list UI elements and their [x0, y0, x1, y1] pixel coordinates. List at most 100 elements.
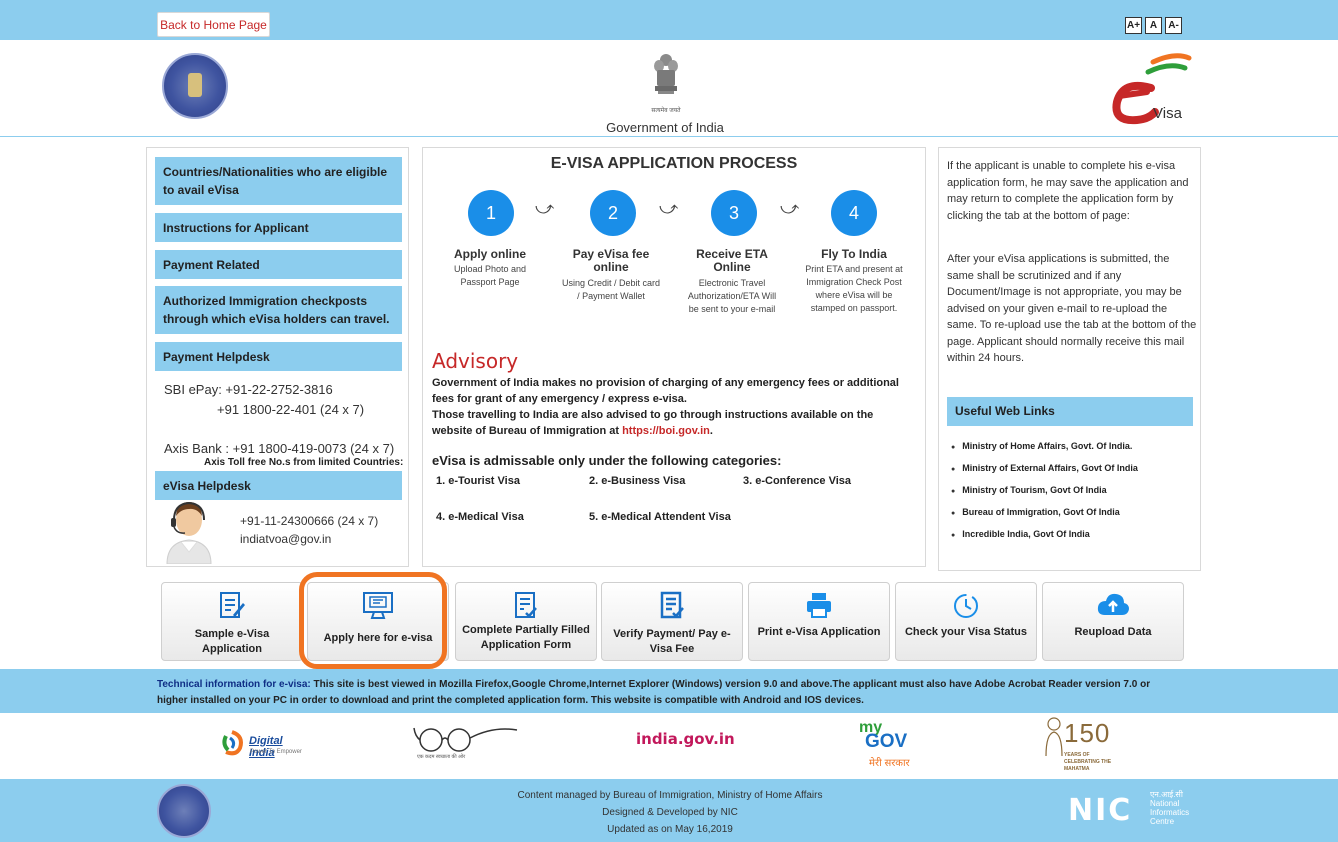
step-3-circle: 3 [711, 190, 757, 236]
axis-bank-contact: Axis Bank : +91 1800-419-0073 (24 x 7) [164, 441, 395, 456]
tile-label: Complete Partially Filled Application Fo… [462, 624, 590, 651]
nav-eligible-countries[interactable]: Countries/Nationalities who are eligible… [155, 157, 402, 205]
link-incredible-india[interactable]: Incredible India, Govt Of India [951, 524, 1138, 546]
gandhi-silhouette-icon [1045, 717, 1063, 756]
bureau-of-immigration-seal-icon [162, 53, 228, 119]
link-ministry-home-affairs[interactable]: Ministry of Home Affairs, Govt. Of India… [951, 436, 1138, 458]
footer-updated-date: Updated as on May 16,2019 [607, 824, 733, 835]
mahatma-150-number: 150 [1064, 718, 1111, 748]
advisory-text: Government of India makes no provision o… [432, 375, 912, 439]
category-emedical-attendent: 5. e-Medical Attendent Visa [589, 511, 731, 523]
font-size-controls: A+ A A- [1125, 17, 1182, 34]
category-ebusiness: 2. e-Business Visa [589, 475, 686, 487]
nic-line-2: Informatics [1150, 808, 1190, 817]
boi-link[interactable]: https://boi.gov.in [622, 425, 710, 437]
advisory-line-1: Government of India makes no provision o… [432, 377, 899, 405]
footer-credits: Content managed by Bureau of Immigration… [470, 787, 870, 838]
info-save-application: If the applicant is unable to complete h… [947, 160, 1189, 222]
digital-india-tagline: Power To Empower [250, 749, 302, 755]
nav-instructions-for-applicant[interactable]: Instructions for Applicant [155, 213, 402, 242]
step-2-circle: 2 [590, 190, 636, 236]
national-emblem-icon [654, 54, 678, 94]
categories-title: eVisa is admissable only under the follo… [432, 453, 782, 468]
nav-payment-related[interactable]: Payment Related [155, 250, 402, 279]
swachh-bharat-logo[interactable]: एक कदम स्वच्छता की ओर [413, 724, 523, 764]
info-reupload: After your eVisa applications is submitt… [947, 253, 1197, 364]
document-check-icon [515, 592, 537, 618]
apply-highlight-annotation [299, 572, 447, 669]
font-increase-button[interactable]: A+ [1125, 17, 1142, 34]
nav-payment-helpdesk[interactable]: Payment Helpdesk [155, 342, 402, 371]
top-bar: Back to Home Page A+ A A- [0, 0, 1338, 40]
sample-evisa-application-tile[interactable]: Sample e-Visa Application [161, 582, 303, 661]
helpdesk-email[interactable]: indiatvoa@gov.in [240, 530, 331, 549]
mahatma-150-logo[interactable]: 150 YEARS OF CELEBRATING THE MAHATMA [1042, 716, 1132, 776]
cloud-upload-icon [1097, 593, 1129, 615]
printer-icon [807, 593, 831, 618]
step-arrow-icon: ⤻ [780, 198, 800, 218]
step-2-desc: Using Credit / Debit card / Payment Wall… [561, 278, 661, 301]
application-process-panel: E-VISA APPLICATION PROCESS 1 ⤻ 2 ⤻ 3 ⤻ 4… [422, 147, 926, 567]
mygov-logo[interactable]: my GOV मेरी सरकार [855, 719, 915, 773]
print-evisa-application-tile[interactable]: Print e-Visa Application [748, 582, 890, 661]
government-of-india-label: Government of India [606, 120, 724, 135]
link-ministry-tourism[interactable]: Ministry of Tourism, Govt Of India [951, 480, 1138, 502]
india-gov-logo[interactable]: india.gov.in [636, 730, 735, 748]
useful-web-links-header: Useful Web Links [947, 397, 1193, 426]
evisa-logo-icon: Visa [1112, 53, 1192, 125]
font-decrease-button[interactable]: A- [1165, 17, 1182, 34]
payment-document-icon [660, 591, 684, 619]
sbi-epay-contact: SBI ePay: +91-22-2752-3816 [164, 382, 333, 397]
left-info-panel: Countries/Nationalities who are eligible… [146, 147, 409, 567]
nic-logo[interactable]: NIC एन.आई.सी National Informatics Centre [1068, 787, 1203, 833]
site-footer: Content managed by Bureau of Immigration… [0, 779, 1338, 842]
category-etourist: 1. e-Tourist Visa [436, 475, 520, 487]
useful-web-links: Ministry of Home Affairs, Govt. Of India… [951, 436, 1138, 546]
mahatma-150-text: YEARS OF CELEBRATING THE MAHATMA [1064, 752, 1112, 772]
advisory-line-2-end: . [709, 425, 713, 437]
step-3-desc: Electronic Travel Authorization/ETA Will… [687, 278, 777, 314]
digital-india-logo[interactable]: Digital India Power To Empower [220, 726, 310, 762]
step-1-desc: Upload Photo and Passport Page [453, 264, 527, 287]
nic-logo-text: एन.आई.सी National Informatics Centre [1150, 790, 1189, 826]
step-arrow-icon: ⤻ [535, 198, 555, 218]
support-agent-icon [166, 501, 212, 564]
evisa-logo-text: Visa [1153, 105, 1183, 122]
step-3-title: Receive ETA Online [696, 247, 768, 274]
back-to-home-button[interactable]: Back to Home Page [157, 12, 270, 37]
advisory-title: Advisory [432, 349, 519, 373]
footer-content-managed: Content managed by Bureau of Immigration… [517, 790, 823, 801]
font-normal-button[interactable]: A [1145, 17, 1162, 34]
nav-authorized-checkposts[interactable]: Authorized Immigration checkposts throug… [155, 286, 402, 334]
nic-line-1: National [1150, 799, 1180, 808]
swachh-tagline: एक कदम स्वच्छता की ओर [417, 754, 466, 760]
clock-status-icon [954, 594, 978, 618]
footer-designed-by: Designed & Developed by NIC [602, 807, 738, 818]
tech-info-lead: Technical information for e-visa: [157, 679, 311, 690]
tile-label: Check your Visa Status [904, 626, 1028, 638]
step-4-title: Fly To India [821, 247, 887, 261]
tile-label: Sample e-Visa Application [194, 628, 270, 655]
tile-label: Print e-Visa Application [757, 626, 881, 638]
check-visa-status-tile[interactable]: Check your Visa Status [895, 582, 1037, 661]
complete-partially-filled-tile[interactable]: Complete Partially Filled Application Fo… [455, 582, 597, 661]
process-title: E-VISA APPLICATION PROCESS [550, 155, 798, 172]
step-1-title: Apply online [454, 247, 526, 261]
mygov-hindi: मेरी सरकार [869, 758, 910, 769]
reupload-data-tile[interactable]: Reupload Data [1042, 582, 1184, 661]
step-4-circle: 4 [831, 190, 877, 236]
tile-label: Reupload Data [1074, 626, 1152, 638]
category-emedical: 4. e-Medical Visa [436, 511, 524, 523]
step-1-circle: 1 [468, 190, 514, 236]
digital-india-text: Digital India [249, 735, 283, 759]
technical-info-bar: Technical information for e-visa: This s… [0, 669, 1338, 713]
verify-payment-tile[interactable]: Verify Payment/ Pay e-Visa Fee [601, 582, 743, 661]
link-bureau-of-immigration[interactable]: Bureau of Immigration, Govt Of India [951, 502, 1138, 524]
link-ministry-external-affairs[interactable]: Ministry of External Affairs, Govt Of In… [951, 458, 1138, 480]
right-info-panel: If the applicant is unable to complete h… [938, 147, 1201, 571]
tile-label: Verify Payment/ Pay e-Visa Fee [613, 628, 731, 655]
axis-tollfree-note: Axis Toll free No.s from limited Countri… [204, 457, 404, 468]
step-arrow-icon: ⤻ [659, 198, 679, 218]
nav-evisa-helpdesk[interactable]: eVisa Helpdesk [155, 471, 402, 500]
emblem-motto: सत्यमेव जयते [651, 108, 681, 114]
